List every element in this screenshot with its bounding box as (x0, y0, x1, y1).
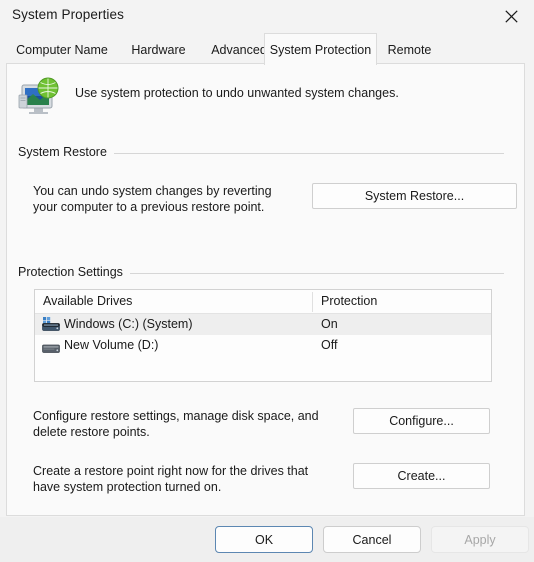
title-bar: System Properties (0, 0, 534, 32)
drive-row-new-volume-d[interactable]: New Volume (D:) Off (35, 335, 491, 356)
cancel-button[interactable]: Cancel (323, 526, 421, 553)
system-restore-description-line2: your computer to a previous restore poin… (33, 200, 265, 214)
drive-name: Windows (C:) (System) (64, 317, 193, 331)
system-restore-description-line1: You can undo system changes by reverting (33, 184, 272, 198)
window-title: System Properties (12, 7, 124, 22)
tab-label: Computer Name (16, 42, 108, 57)
system-restore-description: You can undo system changes by reverting… (33, 183, 313, 215)
drives-list-header: Available Drives Protection (35, 290, 491, 314)
tab-label: Advanced (211, 42, 267, 57)
create-button[interactable]: Create... (353, 463, 490, 489)
tab-label: System Protection (269, 42, 372, 57)
create-description-line2: have system protection turned on. (33, 480, 222, 494)
configure-description-line2: delete restore points. (33, 425, 150, 439)
tab-hardware[interactable]: Hardware (118, 35, 199, 64)
configure-button[interactable]: Configure... (353, 408, 490, 434)
drive-name: New Volume (D:) (64, 338, 159, 352)
system-restore-button[interactable]: System Restore... (312, 183, 517, 209)
header-description: Use system protection to undo unwanted s… (75, 86, 399, 100)
system-restore-group-label: System Restore (18, 145, 114, 159)
close-icon (504, 9, 518, 23)
system-protection-icon (17, 75, 63, 119)
create-description: Create a restore point right now for the… (33, 463, 353, 495)
tab-remote[interactable]: Remote (377, 35, 442, 64)
drive-protection-status: On (321, 317, 338, 331)
configure-description: Configure restore settings, manage disk … (33, 408, 353, 440)
tab-label: Hardware (131, 42, 186, 57)
hard-drive-icon (42, 338, 60, 353)
ok-button[interactable]: OK (215, 526, 313, 553)
drive-protection-status: Off (321, 338, 338, 352)
create-description-line1: Create a restore point right now for the… (33, 464, 309, 478)
tab-content-panel: Use system protection to undo unwanted s… (6, 63, 525, 516)
protection-settings-group-label: Protection Settings (18, 265, 130, 279)
windows-system-drive-icon (42, 317, 60, 332)
column-divider (312, 292, 313, 312)
apply-button[interactable]: Apply (431, 526, 529, 553)
column-header-protection: Protection (321, 294, 378, 308)
column-header-available-drives: Available Drives (43, 294, 133, 308)
close-button[interactable] (488, 0, 534, 32)
tab-strip: Computer Name Hardware Advanced System P… (0, 33, 534, 65)
tab-system-protection[interactable]: System Protection (264, 33, 377, 65)
configure-description-line1: Configure restore settings, manage disk … (33, 409, 319, 423)
dialog-footer: OK Cancel Apply (0, 517, 534, 562)
drive-row-windows-c[interactable]: Windows (C:) (System) On (35, 314, 491, 335)
available-drives-list[interactable]: Available Drives Protection Windows (C:)… (34, 289, 492, 382)
tab-label: Remote (387, 42, 432, 57)
tab-computer-name[interactable]: Computer Name (6, 35, 118, 64)
